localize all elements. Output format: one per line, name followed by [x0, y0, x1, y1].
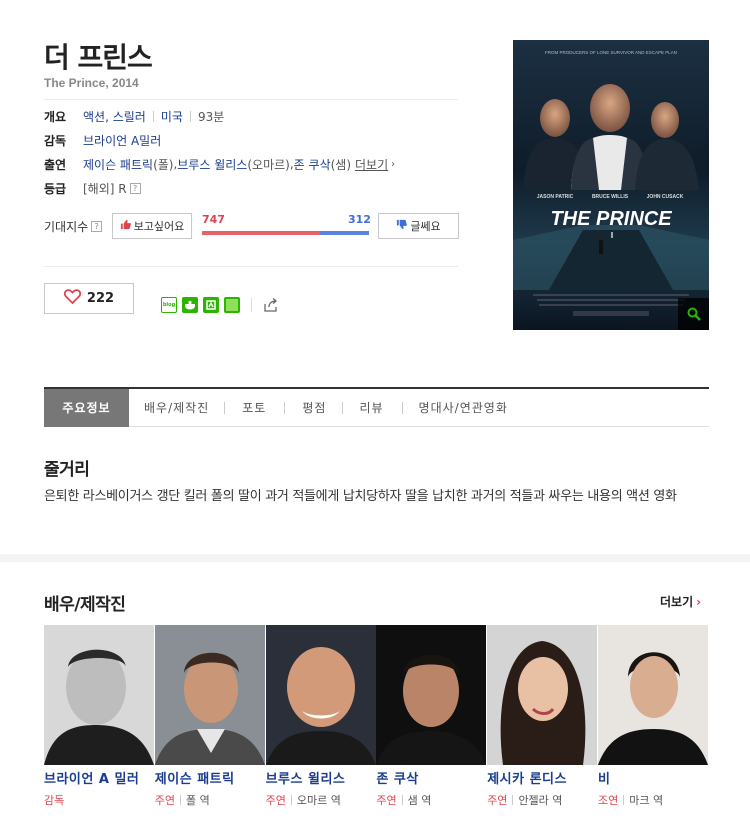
- meh-bar: [320, 231, 369, 235]
- tab-review[interactable]: 리뷰: [359, 389, 383, 427]
- cast-photo[interactable]: [597, 625, 708, 765]
- director-label: 감독: [44, 133, 67, 148]
- cast-photo[interactable]: [487, 625, 598, 765]
- cast-label: 출연: [44, 157, 67, 172]
- meh-count: 312: [348, 213, 371, 226]
- overview-label: 개요: [44, 109, 67, 124]
- meh-button[interactable]: 글쎄요: [378, 213, 459, 239]
- cast-photo[interactable]: [154, 625, 265, 765]
- overview-row: 개요 액션, 스릴러 미국 93분: [44, 107, 224, 125]
- help-icon[interactable]: ?: [91, 221, 103, 232]
- want-count: 747: [202, 213, 225, 226]
- cast-name[interactable]: 존 쿠삭: [376, 768, 482, 787]
- blog-share-icon[interactable]: blog: [161, 297, 177, 313]
- cast-row: 출연 제이슨 패트릭 (폴), 브루스 윌리스 (오마르), 존 쿠삭 (샘) 더보기…: [44, 156, 396, 173]
- share-icon[interactable]: [263, 297, 279, 313]
- tab-quotes-related[interactable]: 명대사/연관영화: [419, 389, 508, 427]
- heart-icon: [63, 289, 82, 308]
- zoom-search-icon[interactable]: [678, 298, 709, 330]
- cafe-share-icon[interactable]: [182, 297, 198, 313]
- tab-main-info[interactable]: 주요정보: [44, 388, 129, 427]
- help-icon[interactable]: ?: [129, 182, 141, 194]
- expectation-label: 기대지수 ?: [44, 218, 103, 235]
- cast-name[interactable]: 제시카 론디스: [487, 768, 593, 787]
- cast-role-1: (폴): [153, 157, 174, 172]
- cast-more-link[interactable]: 더보기: [355, 156, 388, 173]
- cast-role: 주연 오마르 역: [265, 794, 341, 807]
- cast-role: 조연 마크 역: [597, 794, 664, 807]
- synopsis-heading: 줄거리: [44, 460, 90, 480]
- cast-list: 브라이언 A 밀러 감독 제이슨 패트릭 주연 폴 역 브루스 윌리스 주연 오…: [44, 625, 709, 807]
- tab-bar: 주요정보 배우/제작진 포토 평점 리뷰 명대사/연관영화: [44, 387, 709, 427]
- like-button[interactable]: 222: [44, 283, 134, 314]
- cast-role-2: (오마르): [247, 157, 290, 172]
- svg-text:JASON PATRIC: JASON PATRIC: [537, 194, 574, 200]
- cast-card[interactable]: 브루스 윌리스 주연 오마르 역: [265, 625, 377, 807]
- band-share-icon[interactable]: [203, 297, 219, 313]
- cast-role-3: (샘): [330, 157, 352, 172]
- cast-name[interactable]: 제이슨 패트릭: [155, 768, 261, 787]
- share-bar: blog: [161, 297, 279, 313]
- cast-name[interactable]: 브라이언 A 밀러: [44, 768, 150, 787]
- director-row: 감독 브라이언 A밀러: [44, 131, 161, 149]
- director-link[interactable]: 브라이언 A밀러: [83, 132, 161, 149]
- cast-photo[interactable]: [265, 625, 376, 765]
- want-button[interactable]: 보고싶어요: [112, 213, 192, 239]
- cast-link-3[interactable]: 존 쿠삭: [294, 156, 331, 173]
- svg-text:JOHN CUSACK: JOHN CUSACK: [647, 194, 684, 200]
- divider: [44, 266, 458, 267]
- cast-name[interactable]: 브루스 윌리스: [266, 768, 372, 787]
- genre-link[interactable]: 액션, 스릴러: [83, 108, 146, 125]
- movie-subtitle: The Prince, 2014: [44, 76, 139, 90]
- runtime: 93분: [197, 109, 225, 124]
- thumb-down-icon: [396, 219, 408, 233]
- thumb-up-icon: [120, 219, 131, 233]
- like-count: 222: [86, 291, 115, 306]
- chevron-right-icon: ›: [391, 158, 396, 170]
- cast-card[interactable]: 제이슨 패트릭 주연 폴 역: [154, 625, 266, 807]
- cast-card[interactable]: 제시카 론디스 주연 안젤라 역: [487, 625, 598, 807]
- cast-link-2[interactable]: 브루스 윌리스: [177, 156, 247, 173]
- memo-share-icon[interactable]: [224, 297, 240, 313]
- cast-role: 주연 샘 역: [376, 794, 432, 807]
- svg-text:BRUCE WILLIS: BRUCE WILLIS: [592, 194, 629, 200]
- rating-row: 등급 [해외] R ?: [44, 179, 141, 197]
- cast-link-1[interactable]: 제이슨 패트릭: [83, 156, 153, 173]
- cast-heading: 배우/제작진: [44, 595, 126, 615]
- tab-photo[interactable]: 포토: [242, 389, 266, 427]
- cast-photo[interactable]: [376, 625, 487, 765]
- movie-title: 더 프린스: [44, 41, 153, 74]
- synopsis-text: 은퇴한 라스베이거스 갱단 킬러 폴의 딸이 과거 적들에게 납치당하자 딸을 …: [44, 489, 677, 504]
- cast-role: 주연 안젤라 역: [487, 794, 563, 807]
- cast-role: 주연 폴 역: [154, 794, 210, 807]
- tab-rating[interactable]: 평점: [302, 389, 326, 427]
- section-divider: [0, 554, 750, 562]
- cast-more-link[interactable]: 더보기 ›: [660, 593, 701, 610]
- tab-cast[interactable]: 배우/제작진: [144, 389, 209, 427]
- svg-text:FROM PRODUCERS OF LONE SURVIVO: FROM PRODUCERS OF LONE SURVIVOR AND ESCA…: [545, 50, 677, 55]
- rating-label: 등급: [44, 181, 67, 196]
- cast-role: 감독: [44, 794, 65, 807]
- chevron-right-icon: ›: [696, 594, 702, 609]
- cast-card[interactable]: 존 쿠삭 주연 샘 역: [376, 625, 487, 807]
- divider: [44, 99, 458, 100]
- country-link[interactable]: 미국: [161, 108, 183, 125]
- cast-name[interactable]: 비: [598, 768, 704, 787]
- cast-photo[interactable]: [44, 625, 154, 765]
- movie-poster[interactable]: FROM PRODUCERS OF LONE SURVIVOR AND ESCA…: [513, 40, 709, 330]
- want-bar: [202, 231, 320, 235]
- rating-value: [해외] R: [83, 181, 127, 196]
- cast-card[interactable]: 브라이언 A 밀러 감독: [44, 625, 155, 807]
- cast-card[interactable]: 비 조연 마크 역: [597, 625, 709, 807]
